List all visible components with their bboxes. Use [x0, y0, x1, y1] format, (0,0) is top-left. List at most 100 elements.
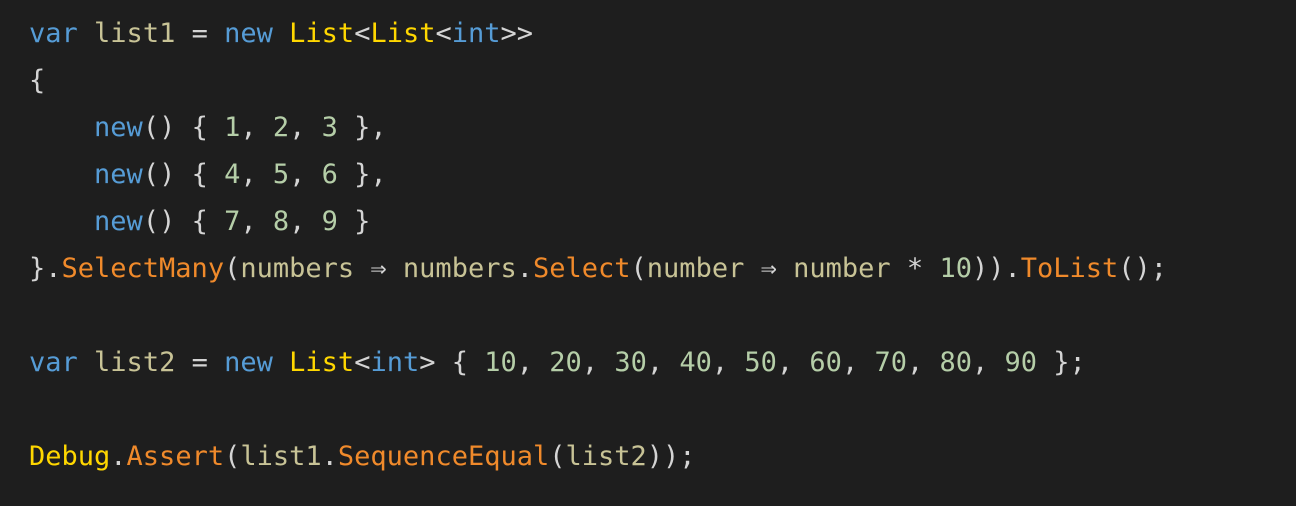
code-token-punctuation	[29, 206, 94, 237]
code-token-variable: list2	[94, 347, 176, 378]
code-token-variable: number	[646, 253, 745, 284]
code-token-punctuation: ,	[776, 347, 810, 378]
code-token-keyword: int	[370, 347, 420, 378]
code-token-number: 10	[939, 253, 972, 284]
code-token-number: 30	[614, 347, 647, 378]
code-token-number: 60	[809, 347, 842, 378]
code-token-number: 70	[874, 347, 907, 378]
code-token-punctuation: ⇒	[744, 253, 794, 284]
code-token-punctuation: ,	[289, 206, 322, 237]
code-token-punctuation: ,	[240, 206, 273, 237]
code-token-keyword: new	[94, 159, 143, 190]
code-token-punctuation: (	[224, 441, 241, 472]
code-token-type: List	[289, 18, 355, 49]
code-token-punctuation: }	[337, 206, 371, 237]
code-token-punctuation: ();	[1118, 253, 1168, 284]
code-token-punctuation: ⇒	[354, 253, 403, 284]
code-token-method: Assert	[126, 441, 225, 472]
code-token-punctuation: <	[435, 18, 452, 49]
code-token-punctuation	[78, 18, 94, 49]
code-token-punctuation: () {	[142, 112, 225, 143]
code-token-number: 90	[1004, 347, 1038, 378]
code-token-punctuation: ,	[972, 347, 1005, 378]
code-token-punctuation: <	[354, 347, 371, 378]
code-token-punctuation: ,	[841, 347, 875, 378]
code-line[interactable]: new() { 7, 8, 9 }	[29, 198, 1296, 245]
code-token-punctuation: () {	[142, 206, 225, 237]
code-token-punctuation: ,	[240, 112, 273, 143]
code-token-punctuation: .	[321, 441, 338, 472]
code-token-method: Select	[532, 253, 631, 284]
code-token-punctuation: ,	[906, 347, 940, 378]
code-line[interactable]: var list2 = new List<int> { 10, 20, 30, …	[29, 339, 1296, 386]
code-editor[interactable]: var list1 = new List<List<int>>{ new() {…	[0, 0, 1296, 506]
code-token-keyword: new	[94, 206, 143, 237]
code-token-punctuation: ,	[240, 159, 273, 190]
code-token-variable: list1	[240, 441, 322, 472]
code-line[interactable]: var list1 = new List<List<int>>	[29, 10, 1296, 57]
code-token-punctuation	[273, 347, 289, 378]
code-token-punctuation	[29, 159, 94, 190]
code-token-punctuation: () {	[142, 159, 225, 190]
code-token-variable: list2	[565, 441, 647, 472]
code-token-variable: numbers	[240, 253, 355, 284]
code-token-variable: numbers	[402, 253, 517, 284]
code-token-punctuation: ));	[646, 441, 696, 472]
code-line[interactable]: new() { 1, 2, 3 },	[29, 104, 1296, 151]
code-token-number: 3	[321, 112, 338, 143]
code-token-keyword: var	[29, 18, 78, 49]
code-token-method: ToList	[1020, 253, 1119, 284]
code-token-number: 40	[679, 347, 712, 378]
code-token-punctuation: >>	[500, 18, 534, 49]
code-token-punctuation: ,	[711, 347, 745, 378]
code-token-punctuation: =	[175, 18, 225, 49]
code-token-method: SelectMany	[61, 253, 225, 284]
code-token-type: List	[289, 347, 355, 378]
code-token-number: 4	[224, 159, 241, 190]
code-token-keyword: var	[29, 347, 78, 378]
code-token-number: 6	[321, 159, 338, 190]
code-token-punctuation: ,	[516, 347, 550, 378]
code-token-number: 80	[939, 347, 972, 378]
code-token-punctuation: (	[630, 253, 647, 284]
code-token-punctuation: > {	[419, 347, 485, 378]
code-token-punctuation: (	[224, 253, 241, 284]
code-token-number: 9	[321, 206, 338, 237]
code-token-number: 20	[549, 347, 582, 378]
code-token-punctuation: ,	[289, 112, 322, 143]
code-token-punctuation: =	[175, 347, 225, 378]
code-token-punctuation: <	[354, 18, 371, 49]
code-token-keyword: int	[451, 18, 501, 49]
code-token-number: 10	[484, 347, 517, 378]
code-token-type: Debug	[29, 441, 111, 472]
code-token-punctuation: },	[337, 159, 387, 190]
code-token-punctuation: ,	[289, 159, 322, 190]
code-token-punctuation: (	[549, 441, 566, 472]
code-line[interactable]	[29, 292, 1296, 339]
code-token-punctuation	[78, 347, 94, 378]
code-token-punctuation: ,	[646, 347, 680, 378]
code-line[interactable]: new() { 4, 5, 6 },	[29, 151, 1296, 198]
code-line[interactable]: Debug.Assert(list1.SequenceEqual(list2))…	[29, 433, 1296, 480]
code-line[interactable]	[29, 386, 1296, 433]
code-token-number: 5	[272, 159, 290, 190]
code-token-variable: list1	[94, 18, 176, 49]
code-token-punctuation: ,	[581, 347, 615, 378]
code-line[interactable]: }.SelectMany(numbers ⇒ numbers.Select(nu…	[29, 245, 1296, 292]
code-token-punctuation	[29, 112, 94, 143]
code-token-punctuation: *	[890, 253, 940, 284]
code-token-type: List	[370, 18, 436, 49]
code-token-method: SequenceEqual	[337, 441, 550, 472]
code-token-punctuation: .	[110, 441, 127, 472]
code-token-punctuation: }.	[29, 253, 62, 284]
code-token-keyword: new	[94, 112, 143, 143]
code-token-number: 7	[224, 206, 241, 237]
code-token-keyword: new	[224, 347, 273, 378]
code-token-punctuation	[273, 18, 289, 49]
code-token-punctuation: {	[29, 65, 46, 96]
code-token-number: 50	[744, 347, 777, 378]
code-token-number: 8	[272, 206, 290, 237]
code-line[interactable]: {	[29, 57, 1296, 104]
code-token-variable: number	[793, 253, 891, 284]
code-token-punctuation: };	[1037, 347, 1086, 378]
